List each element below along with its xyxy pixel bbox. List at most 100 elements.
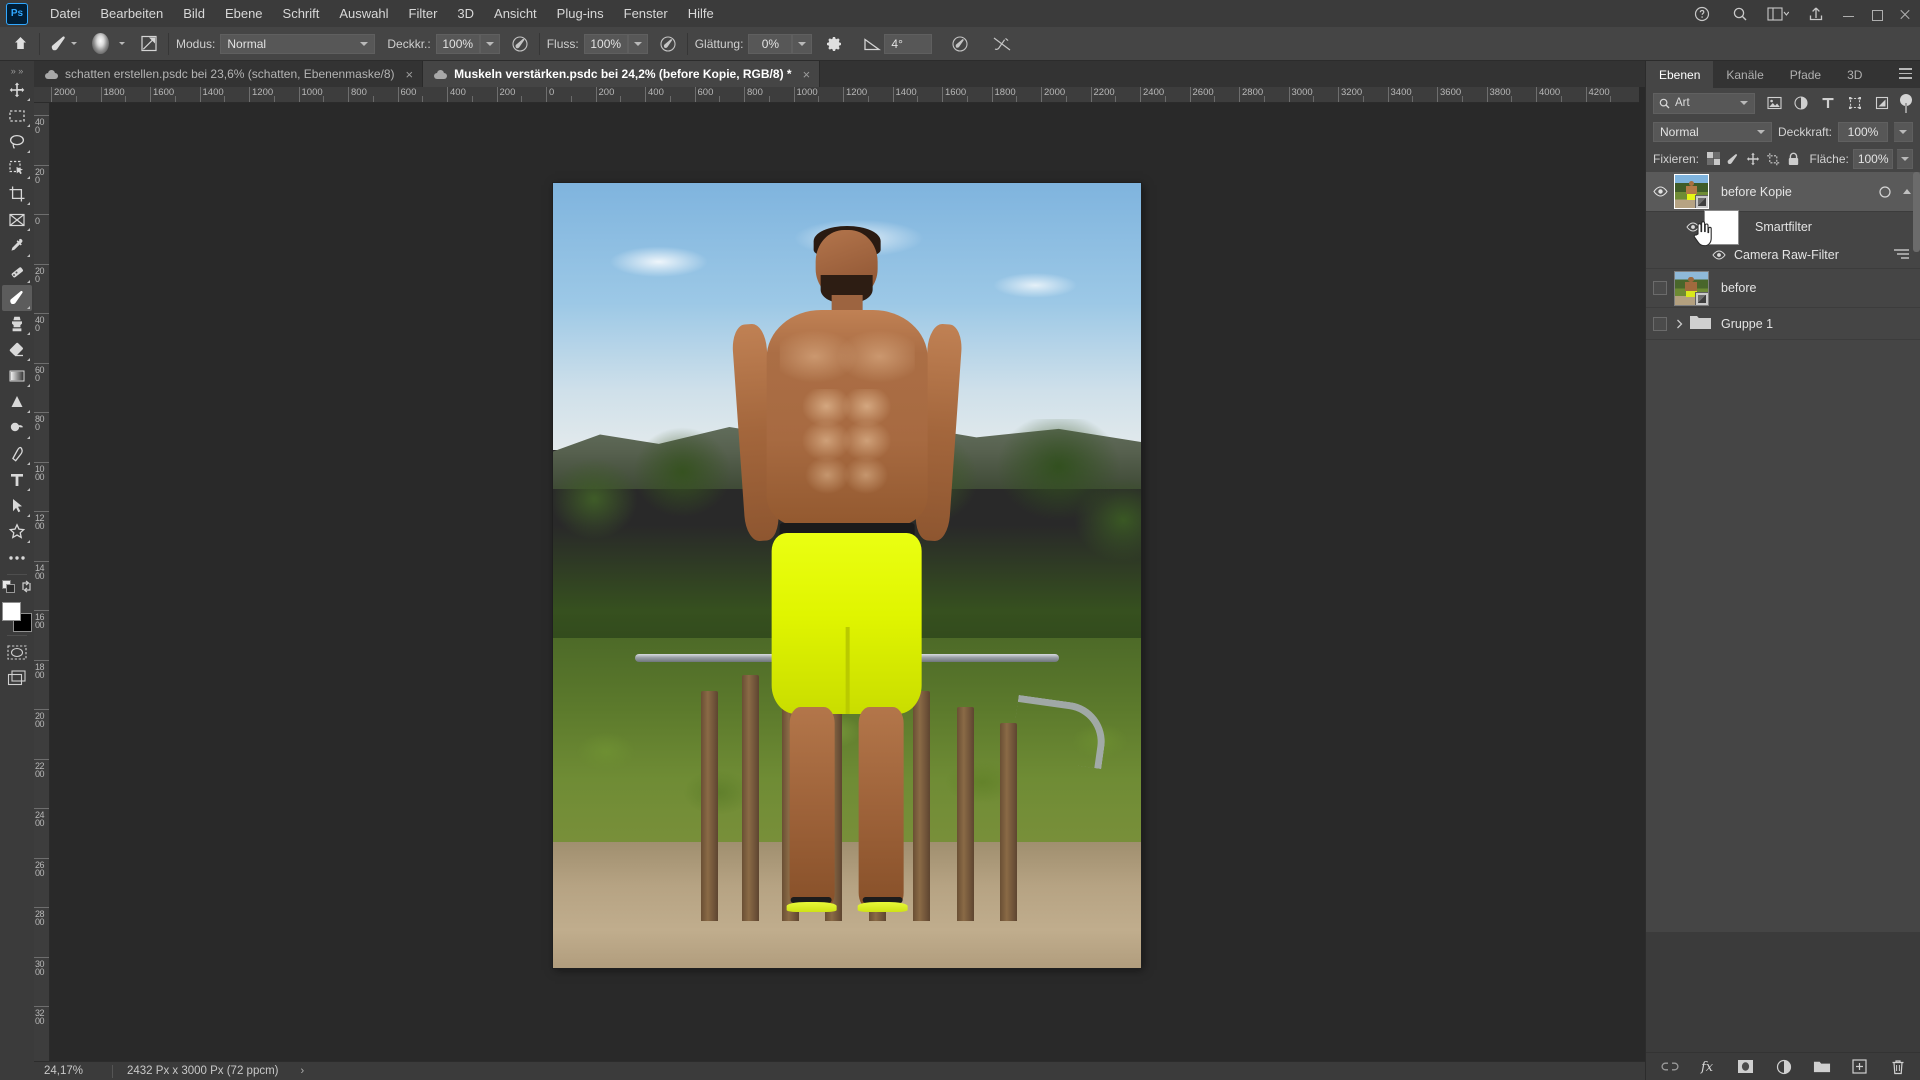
lock-transparent-pixels-icon[interactable] [1705,149,1721,169]
layer-row-gruppe-1[interactable]: Gruppe 1 [1646,308,1920,340]
symmetry-icon[interactable] [948,32,972,56]
foreground-color-swatch[interactable] [2,602,21,621]
smoothing-dropdown[interactable] [792,33,813,54]
screen-mode-button[interactable] [2,665,32,691]
layer-thumbnail[interactable] [1674,174,1709,209]
menu-item-schrift[interactable]: Schrift [273,2,330,25]
layer-name[interactable]: before [1721,281,1756,295]
layer-mask-button[interactable] [1737,1058,1755,1076]
status-expand-arrow-icon[interactable]: › [301,1065,305,1077]
adjustment-layer-button[interactable] [1775,1058,1793,1076]
brush-tool-preset-icon[interactable] [47,32,71,56]
frame-tool[interactable] [2,207,32,233]
close-tab-icon[interactable]: × [406,67,414,82]
brush-angle-input[interactable]: 4° [884,33,933,54]
smart-filter-indicator-icon[interactable] [1878,184,1894,200]
more-tools-button[interactable] [2,545,32,571]
close-tab-icon[interactable]: × [803,67,811,82]
color-swatches[interactable] [2,602,32,632]
smartfilter-visibility-toggle[interactable] [1682,222,1704,232]
smoothing-input[interactable]: 0% [748,33,793,54]
lock-artboard-nesting-icon[interactable] [1765,149,1781,169]
share-icon[interactable] [1804,2,1828,26]
layer-style-button[interactable]: fx [1699,1058,1717,1076]
custom-shape-tool[interactable] [2,519,32,545]
filter-enable-toggle[interactable] [1900,93,1913,114]
menu-item-auswahl[interactable]: Auswahl [329,2,398,25]
tablet-pressure-off-icon[interactable] [990,32,1014,56]
group-expand-chevron-icon[interactable] [1674,319,1685,329]
blur-tool[interactable] [2,389,32,415]
camera-raw-filter-label[interactable]: Camera Raw-Filter [1734,248,1839,262]
menu-item-ansicht[interactable]: Ansicht [484,2,547,25]
opacity-dropdown[interactable] [479,33,500,54]
eyedropper-tool[interactable] [2,233,32,259]
layers-scrollbar-thumb[interactable] [1913,172,1920,252]
document-canvas[interactable] [553,183,1141,968]
layer-blend-mode-dropdown[interactable]: Normal [1653,121,1772,142]
smartfilter-mask-thumbnail[interactable] [1704,209,1739,245]
camera-raw-visibility-toggle[interactable] [1708,250,1730,260]
close-button[interactable] [1898,7,1912,21]
horizontal-ruler[interactable]: 2000 1800 1600 1400 1200 1000 800 600 400 200 0 200… [34,87,1639,103]
layers-list[interactable]: before Kopie Smartfilter Camera Raw-Filt… [1646,172,1920,932]
menu-item-3d[interactable]: 3D [447,2,484,25]
collapse-smart-filters-chevron-icon[interactable] [1903,189,1911,194]
flow-dropdown[interactable] [627,33,648,54]
layer-fill-input[interactable]: 100% [1852,148,1894,169]
filter-blending-options-icon[interactable] [1893,247,1910,263]
menu-item-ebene[interactable]: Ebene [215,2,273,25]
brush-preset-chevron-icon[interactable] [71,42,77,45]
smartfilter-mask-row[interactable]: Smartfilter [1646,209,1920,245]
layer-opacity-dropdown[interactable] [1894,121,1913,142]
delete-layer-button[interactable] [1889,1058,1907,1076]
layer-visibility-toggle-before[interactable] [1646,281,1674,295]
menu-item-datei[interactable]: Datei [40,2,90,25]
brush-size-preview[interactable] [87,31,113,57]
opacity-input[interactable]: 100% [435,33,480,54]
brush-angle-icon[interactable] [860,32,884,56]
layer-row-before[interactable]: before [1646,268,1920,308]
new-group-button[interactable] [1813,1058,1831,1076]
menu-item-hilfe[interactable]: Hilfe [678,2,724,25]
dodge-tool[interactable] [2,415,32,441]
brush-tool[interactable] [2,285,32,311]
panel-menu-icon[interactable] [1899,68,1912,81]
menu-item-plug-ins[interactable]: Plug-ins [547,2,614,25]
flow-input[interactable]: 100% [583,33,628,54]
type-filter-icon[interactable] [1816,92,1839,114]
workspace-switcher-icon[interactable] [1766,2,1790,26]
healing-brush-tool[interactable] [2,259,32,285]
brush-settings-panel-icon[interactable] [137,32,161,56]
airbrush-icon[interactable] [656,32,680,56]
adjustment-filter-icon[interactable] [1789,92,1812,114]
layer-opacity-input[interactable]: 100% [1838,121,1888,142]
path-selection-tool[interactable] [2,493,32,519]
document-tab-1[interactable]: Muskeln verstärken.psdc bei 24,2% (befor… [423,61,821,87]
new-layer-button[interactable] [1851,1058,1869,1076]
quick-mask-button[interactable] [2,639,32,665]
shape-filter-icon[interactable] [1843,92,1866,114]
pen-tool[interactable] [2,441,32,467]
rectangular-marquee-tool[interactable] [2,103,32,129]
layer-filter-type-dropdown[interactable]: Art [1653,92,1755,114]
layer-name[interactable]: Gruppe 1 [1721,317,1773,331]
group-visibility-toggle[interactable] [1646,316,1674,331]
quick-selection-tool[interactable] [2,155,32,181]
crop-tool[interactable] [2,181,32,207]
minimize-button[interactable] [1842,7,1856,21]
toolbar-grip-icon[interactable]: » » [0,65,34,77]
panel-tab-3d[interactable]: 3D [1834,61,1875,88]
panel-tab-pfade[interactable]: Pfade [1777,61,1834,88]
layer-fill-dropdown[interactable] [1897,148,1913,169]
zoom-level[interactable]: 24,17% [34,1065,112,1077]
gradient-tool[interactable] [2,363,32,389]
image-filter-icon[interactable] [1763,92,1786,114]
vertical-ruler[interactable]: 400 200 0 200 400 600 800 1000 1200 1400 1600 1800 2… [34,103,50,1061]
panel-tab-kan-le[interactable]: Kanäle [1713,61,1776,88]
layer-visibility-toggle[interactable] [1646,186,1674,197]
search-icon[interactable] [1728,2,1752,26]
menu-item-bearbeiten[interactable]: Bearbeiten [90,2,173,25]
lasso-tool[interactable] [2,129,32,155]
clone-stamp-tool[interactable] [2,311,32,337]
